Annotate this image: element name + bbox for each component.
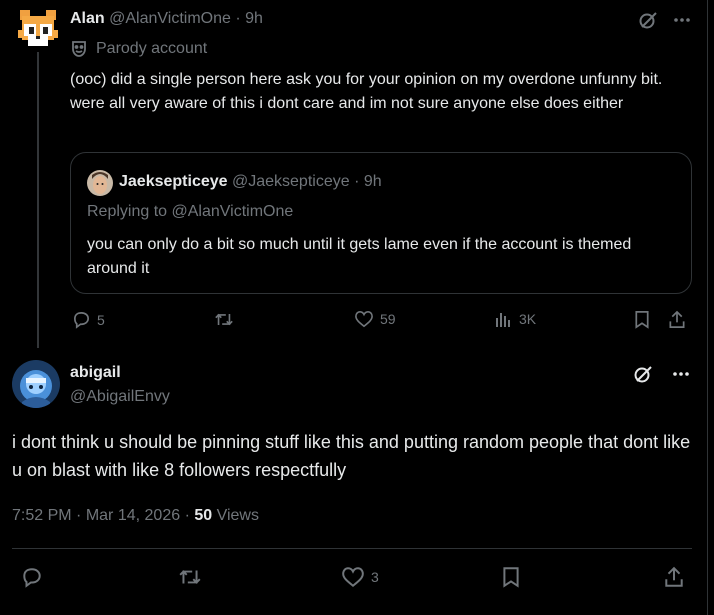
quoted-tweet[interactable]: Jaeksepticeye @Jaeksepticeye · 9h Replyi… bbox=[70, 152, 692, 294]
quoted-tweet-header: Jaeksepticeye @Jaeksepticeye · 9h bbox=[119, 173, 382, 191]
like-button[interactable]: 59 bbox=[354, 310, 396, 328]
parody-account-text: Parody account bbox=[96, 40, 208, 57]
like-button[interactable]: 3 bbox=[341, 566, 379, 588]
reply-icon bbox=[21, 566, 43, 588]
replying-to: Replying to @AlanVictimOne bbox=[87, 203, 294, 220]
heart-icon bbox=[341, 566, 365, 588]
user-handle[interactable]: @AbigailEnvy bbox=[70, 388, 170, 406]
tweet1-body: (ooc) did a single person here ask you f… bbox=[70, 71, 663, 112]
thread-connector-line bbox=[37, 52, 39, 348]
heart-icon bbox=[354, 310, 374, 328]
share-icon bbox=[668, 310, 686, 329]
views-button[interactable]: 3K bbox=[495, 310, 536, 328]
share-icon bbox=[664, 566, 684, 588]
tweet2-actions: 3 bbox=[0, 566, 707, 590]
bookmark-button[interactable] bbox=[634, 310, 650, 329]
separator-dot: · bbox=[354, 173, 360, 190]
bookmark-icon bbox=[634, 310, 650, 329]
avatar-alan[interactable] bbox=[16, 8, 60, 52]
like-count: 3 bbox=[371, 569, 379, 585]
separator-dot: · bbox=[235, 10, 241, 27]
quoted-post-time[interactable]: 9h bbox=[364, 173, 382, 190]
avatar-jaeksepticeye[interactable] bbox=[87, 170, 113, 196]
right-edge-border bbox=[707, 0, 714, 615]
views-count: 3K bbox=[519, 311, 537, 327]
share-button[interactable] bbox=[668, 310, 686, 329]
grok-icon[interactable] bbox=[638, 10, 658, 30]
quoted-tweet-body: you can only do a bit so much until it g… bbox=[87, 236, 632, 277]
retweet-icon bbox=[214, 310, 234, 329]
display-name[interactable]: Alan bbox=[70, 10, 105, 27]
reply-icon bbox=[72, 310, 91, 329]
parody-label: Parody account bbox=[70, 40, 207, 58]
tweet1-header: Alan @AlanVictimOne · 9h bbox=[70, 10, 263, 28]
quoted-user-handle[interactable]: @Jaeksepticeye bbox=[232, 173, 350, 190]
reply-count: 5 bbox=[97, 311, 105, 328]
quoted-display-name[interactable]: Jaeksepticeye bbox=[119, 173, 228, 190]
views-count[interactable]: 50 bbox=[194, 507, 212, 524]
user-handle[interactable]: @AlanVictimOne bbox=[109, 10, 231, 27]
post-time[interactable]: 7:52 PM bbox=[12, 507, 72, 524]
retweet-icon bbox=[178, 566, 202, 588]
reply-button[interactable]: 5 bbox=[72, 310, 105, 329]
display-name[interactable]: abigail bbox=[70, 364, 121, 382]
separator-dot: · bbox=[184, 507, 190, 524]
bookmark-button[interactable] bbox=[502, 566, 520, 588]
reply-button[interactable] bbox=[21, 566, 43, 588]
post-date[interactable]: Mar 14, 2026 bbox=[86, 507, 180, 524]
tweet2-top-icons bbox=[633, 364, 691, 384]
retweet-button[interactable] bbox=[178, 566, 202, 588]
post-time[interactable]: 9h bbox=[245, 10, 263, 27]
grok-icon[interactable] bbox=[633, 364, 653, 384]
tweet-thread: Alan @AlanVictimOne · 9h Parody account … bbox=[0, 0, 707, 615]
bookmark-icon bbox=[502, 566, 520, 588]
share-button[interactable] bbox=[664, 566, 684, 588]
avatar-abigail[interactable] bbox=[12, 360, 60, 408]
theater-mask-icon bbox=[70, 40, 88, 58]
tweet1-actions: 5 59 3K bbox=[70, 310, 692, 332]
tweet2-body: i dont think u should be pinning stuff l… bbox=[12, 432, 691, 480]
retweet-button[interactable] bbox=[214, 310, 240, 329]
tweet2-meta: 7:52 PM · Mar 14, 2026 · 50 Views bbox=[12, 507, 259, 525]
more-options-icon[interactable] bbox=[671, 364, 691, 384]
tweet1-top-icons bbox=[638, 10, 692, 30]
divider bbox=[12, 548, 692, 549]
separator-dot: · bbox=[76, 507, 82, 524]
views-chart-icon bbox=[495, 310, 513, 328]
like-count: 59 bbox=[380, 311, 396, 327]
more-options-icon[interactable] bbox=[672, 10, 692, 30]
views-label: Views bbox=[216, 507, 259, 524]
